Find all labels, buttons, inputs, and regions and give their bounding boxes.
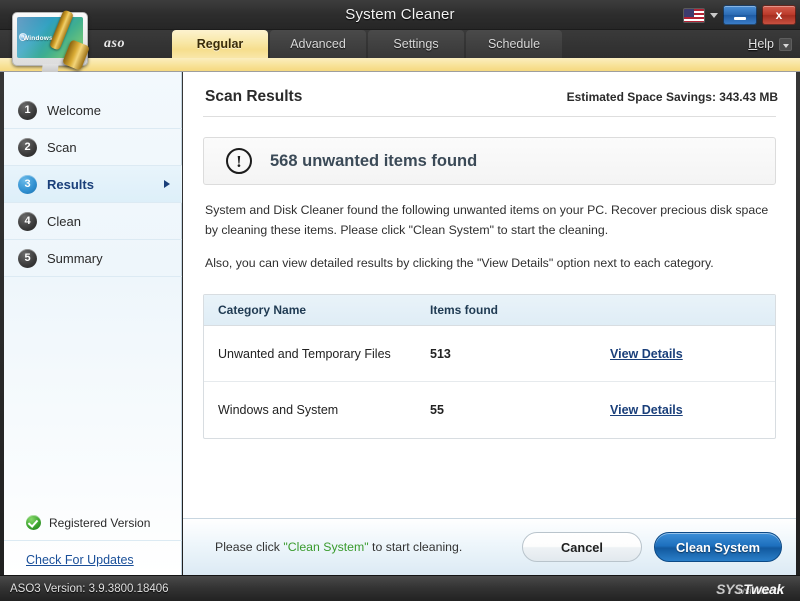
help-area: Help: [748, 30, 792, 58]
us-flag-icon[interactable]: [683, 8, 705, 23]
window-controls: x: [683, 3, 796, 27]
step-number-badge: 2: [18, 138, 37, 157]
help-button[interactable]: Help: [748, 37, 774, 51]
sidebar-item-label: Clean: [47, 214, 81, 229]
column-header-category: Category Name: [204, 303, 430, 317]
exclamation-icon: !: [226, 148, 252, 174]
footer-hint: Please click "Clean System" to start cle…: [215, 540, 510, 554]
tab-schedule[interactable]: Schedule: [466, 30, 562, 58]
flag-canton: [684, 9, 694, 17]
cell-action: View Details: [610, 347, 775, 361]
check-for-updates-link[interactable]: Check For Updates: [4, 541, 182, 567]
description-paragraph-2: Also, you can view detailed results by c…: [205, 254, 774, 274]
sidebar-item-welcome[interactable]: 1 Welcome: [4, 92, 182, 129]
help-label-rest: elp: [757, 37, 774, 51]
view-details-link[interactable]: View Details: [610, 347, 683, 361]
sidebar: 1 Welcome 2 Scan 3 Results 4 Clean 5 Sum…: [4, 72, 182, 575]
results-table: Category Name Items found Unwanted and T…: [203, 294, 776, 439]
step-number-badge: 5: [18, 249, 37, 268]
systweak-logo: SYSTweakivsion.com: [716, 581, 790, 597]
title-bar: System Cleaner x: [0, 0, 800, 30]
chevron-right-icon: [164, 180, 170, 188]
sidebar-item-label: Results: [47, 177, 94, 192]
table-row[interactable]: Windows and System 55 View Details: [204, 382, 775, 438]
clean-system-button[interactable]: Clean System: [654, 532, 782, 562]
footer-hint-after: to start cleaning.: [369, 540, 463, 554]
sidebar-item-label: Summary: [47, 251, 103, 266]
tab-settings[interactable]: Settings: [368, 30, 464, 58]
step-number-badge: 3: [18, 175, 37, 194]
cell-items-found: 513: [430, 347, 610, 361]
minimize-button[interactable]: [723, 5, 757, 25]
alert-message: 568 unwanted items found: [270, 152, 477, 171]
help-chevron-down-icon[interactable]: [779, 38, 792, 51]
footer-hint-highlight: "Clean System": [283, 540, 368, 554]
cell-category: Windows and System: [204, 403, 430, 417]
sidebar-steps: 1 Welcome 2 Scan 3 Results 4 Clean 5 Sum…: [4, 92, 182, 277]
brand-logo: aso: [104, 30, 125, 58]
sidebar-footer: Registered Version Check For Updates: [4, 505, 182, 567]
watermark-text: ivsion.com: [738, 586, 782, 597]
footer-hint-before: Please click: [215, 540, 283, 554]
cell-action: View Details: [610, 403, 775, 417]
sidebar-item-label: Scan: [47, 140, 77, 155]
content-header: Scan Results Estimated Space Savings: 34…: [183, 72, 796, 116]
window-title: System Cleaner: [0, 0, 800, 30]
cancel-button[interactable]: Cancel: [522, 532, 642, 562]
view-details-link[interactable]: View Details: [610, 403, 683, 417]
results-alert-banner: ! 568 unwanted items found: [203, 137, 776, 185]
status-bar: ASO3 Version: 3.9.3800.18406 SYSTweakivs…: [0, 575, 800, 601]
windows-orb-icon: [19, 33, 27, 41]
table-row[interactable]: Unwanted and Temporary Files 513 View De…: [204, 326, 775, 382]
tab-advanced[interactable]: Advanced: [270, 30, 366, 58]
cell-category: Unwanted and Temporary Files: [204, 347, 430, 361]
sidebar-item-label: Welcome: [47, 103, 101, 118]
action-footer: Please click "Clean System" to start cle…: [183, 518, 796, 575]
registered-label: Registered Version: [49, 516, 150, 530]
registered-status: Registered Version: [4, 505, 182, 541]
windows-wordmark: Windows: [23, 35, 53, 42]
step-number-badge: 1: [18, 101, 37, 120]
description-paragraph-1: System and Disk Cleaner found the follow…: [205, 201, 774, 240]
green-check-icon: [26, 515, 41, 530]
estimated-space-savings: Estimated Space Savings: 343.43 MB: [567, 90, 778, 104]
minimize-icon: [734, 17, 746, 20]
language-dropdown-caret-icon[interactable]: [710, 13, 718, 18]
tab-regular[interactable]: Regular: [172, 30, 268, 58]
sidebar-item-summary[interactable]: 5 Summary: [4, 240, 182, 277]
accent-band: [0, 58, 800, 72]
cell-items-found: 55: [430, 403, 610, 417]
help-accel-letter: H: [748, 37, 757, 51]
application-window: System Cleaner x aso Regular Advanced Se…: [0, 0, 800, 601]
main-content: Scan Results Estimated Space Savings: 34…: [183, 72, 796, 518]
sidebar-item-scan[interactable]: 2 Scan: [4, 129, 182, 166]
close-button[interactable]: x: [762, 5, 796, 25]
sidebar-item-clean[interactable]: 4 Clean: [4, 203, 182, 240]
header-divider: [203, 116, 776, 117]
column-header-items: Items found: [430, 303, 610, 317]
step-number-badge: 4: [18, 212, 37, 231]
table-header-row: Category Name Items found: [204, 295, 775, 326]
version-text: ASO3 Version: 3.9.3800.18406: [10, 583, 716, 595]
sidebar-item-results[interactable]: 3 Results: [4, 166, 182, 203]
